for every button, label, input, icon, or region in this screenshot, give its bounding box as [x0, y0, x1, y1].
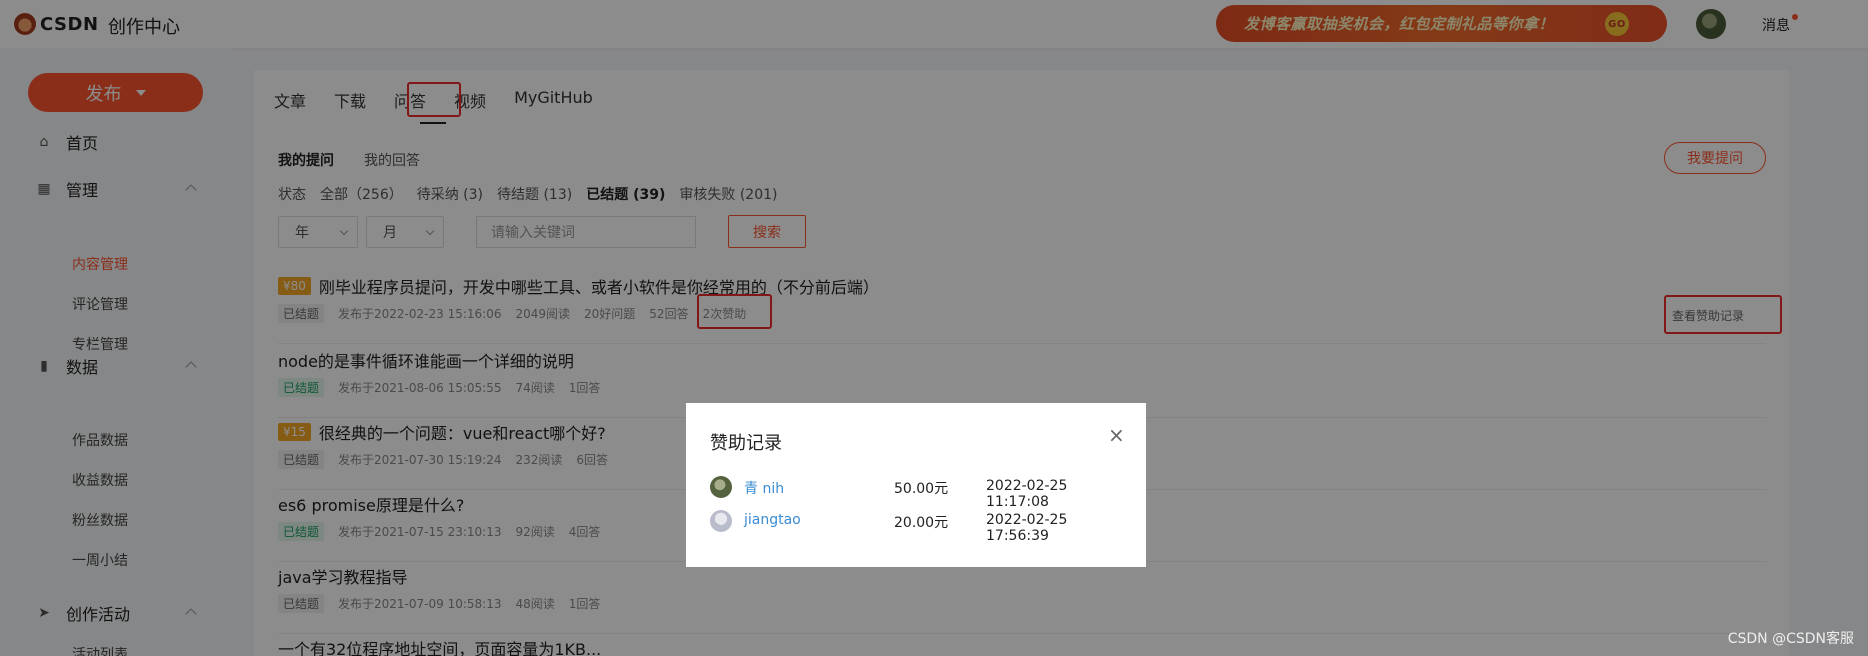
dialog-title: 赞助记录 [710, 433, 782, 454]
sponsor-amount: 50.00元 [894, 481, 949, 497]
sponsor-time: 2022-02-25 11:17:08 [986, 478, 1068, 510]
sponsor-records-dialog: 赞助记录 × 青 nih 50.00元 2022-02-25 11:17:08 … [686, 403, 1146, 567]
close-icon[interactable]: × [1108, 425, 1125, 445]
sponsor-amount: 20.00元 [894, 515, 949, 531]
sponsor-time: 2022-02-25 17:56:39 [986, 512, 1068, 544]
sponsor-name-link[interactable]: jiangtao [744, 512, 801, 528]
watermark: CSDN @CSDN客服 [1727, 631, 1854, 647]
sponsor-record-row: jiangtao 20.00元 2022-02-25 17:56:39 [710, 510, 1130, 544]
sponsor-name-link[interactable]: 青 nih [744, 478, 784, 498]
avatar[interactable] [710, 476, 732, 498]
sponsor-record-row: 青 nih 50.00元 2022-02-25 11:17:08 [710, 476, 1130, 510]
avatar[interactable] [710, 510, 732, 532]
